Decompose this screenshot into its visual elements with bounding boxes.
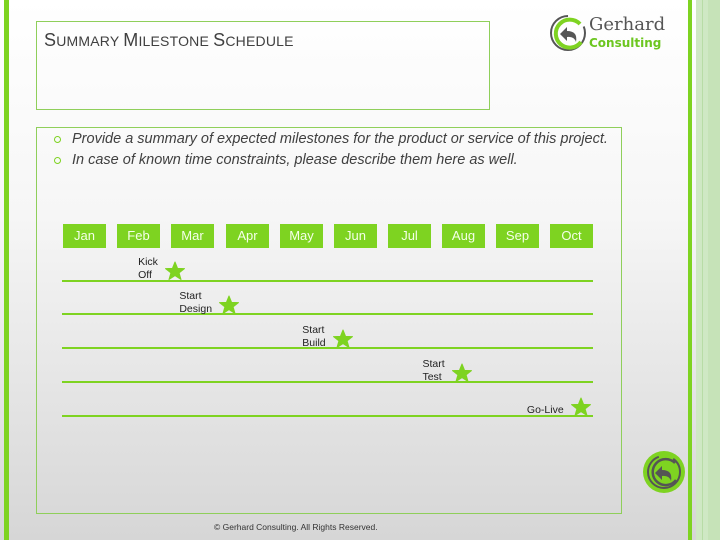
logo-text-gerhard: Gerhard [589, 14, 666, 35]
milestone-label: Go-Live [526, 404, 564, 416]
slide-title: SUMMARY MILESTONE SCHEDULE [44, 30, 294, 50]
right-decorative-stripes [696, 0, 720, 540]
milestone-label: Kick Off [138, 256, 158, 281]
month-cell: Jun [334, 224, 377, 248]
logo-text-consulting: Consulting [589, 36, 662, 50]
month-cell: May [280, 224, 323, 248]
bullet-list: Provide a summary of expected milestones… [44, 131, 624, 173]
milestone-label: Start Design [179, 290, 213, 315]
copyright-footer: © Gerhard Consulting. All Rights Reserve… [214, 522, 378, 532]
content-placeholder-frame [36, 127, 622, 514]
milestone-row-divider [62, 347, 593, 349]
gerhard-logo-icon-small [643, 451, 685, 493]
bullet-item: In case of known time constraints, pleas… [44, 152, 624, 169]
star-icon [570, 397, 591, 416]
gerhard-logo-icon [550, 15, 586, 51]
milestone-row-divider [62, 313, 593, 315]
month-cell: Sep [496, 224, 539, 248]
star-icon [219, 295, 240, 314]
bullet-icon [54, 136, 61, 143]
star-icon [451, 363, 472, 382]
month-cell: Apr [226, 224, 269, 248]
month-cell: Mar [171, 224, 214, 248]
milestone-row-divider [62, 415, 593, 417]
month-cell: Aug [442, 224, 485, 248]
bullet-icon [54, 157, 61, 164]
star-icon [332, 329, 353, 348]
month-cell: Jul [388, 224, 431, 248]
month-cell: Oct [550, 224, 593, 248]
milestone-row-divider [62, 381, 593, 383]
month-cell: Jan [63, 224, 106, 248]
month-cell: Feb [117, 224, 160, 248]
milestone-label: Start Test [422, 358, 445, 383]
left-accent-bar [4, 0, 9, 540]
right-accent-bar [688, 0, 692, 540]
bullet-item: Provide a summary of expected milestones… [44, 131, 624, 148]
milestone-label: Start Build [302, 324, 326, 349]
star-icon [164, 261, 185, 280]
